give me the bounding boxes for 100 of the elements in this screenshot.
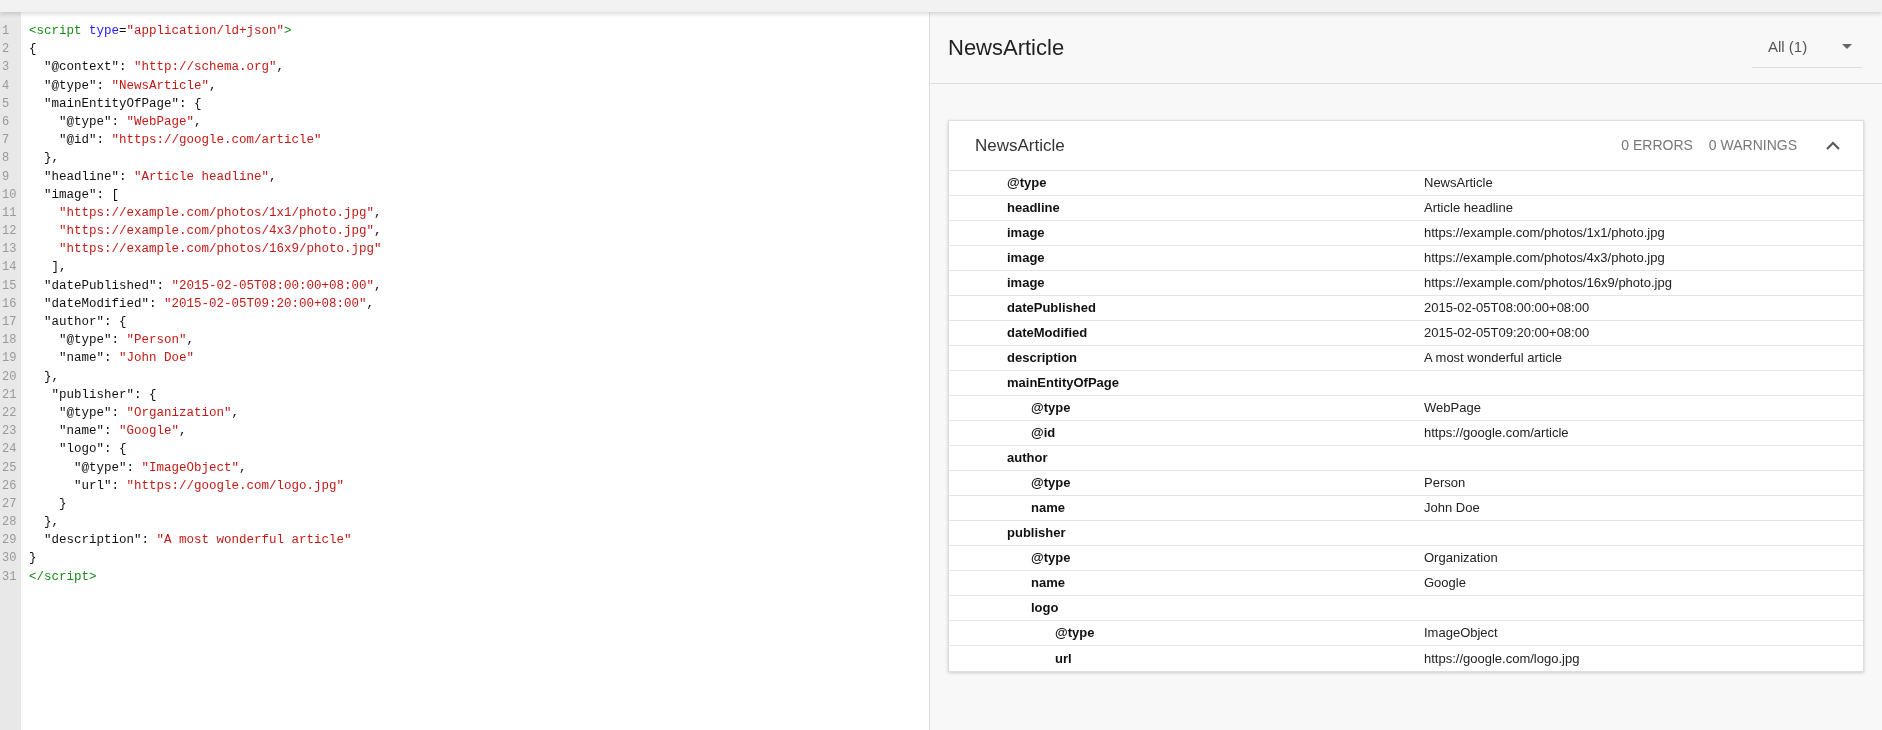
line-number: 15	[1, 277, 18, 295]
property-value: John Doe	[1424, 499, 1480, 518]
code-token: "Article headline"	[134, 168, 270, 186]
line-number: 6	[1, 113, 11, 131]
code-token: "NewsArticle"	[111, 77, 210, 95]
filter-dropdown[interactable]: All (1)	[1752, 27, 1862, 68]
code-token: ,	[374, 277, 382, 295]
code-token: =	[119, 23, 127, 40]
line-number: 28	[1, 514, 18, 532]
line-number: 16	[1, 295, 18, 313]
code-token: },	[43, 368, 59, 386]
code-token: }	[29, 550, 37, 568]
code-token: "WebPage"	[126, 113, 195, 131]
code-token: ,	[366, 295, 375, 313]
code-token: >	[284, 23, 292, 40]
property-name: @type	[1031, 550, 1071, 566]
code-token: ,	[276, 59, 285, 77]
line-number: 12	[1, 223, 18, 241]
code-token: "https://example.com/photos/1x1/photo.jpg"	[58, 204, 375, 222]
code-token: "https://google.com/article"	[111, 132, 322, 150]
card-title: NewsArticle	[975, 134, 1066, 157]
property-value: Organization	[1424, 549, 1498, 568]
code-token: ],	[50, 259, 67, 277]
line-number: 23	[1, 423, 18, 441]
code-token: },	[43, 150, 59, 168]
code-token: "mainEntityOfPage": {	[43, 95, 202, 113]
line-number: 14	[1, 259, 18, 277]
line-number: 22	[1, 404, 18, 422]
code-token: "datePublished":	[43, 277, 166, 295]
property-name: author	[1007, 450, 1048, 466]
line-number: 5	[1, 95, 11, 113]
code-token: "2015-02-05T09:20:00+08:00"	[164, 295, 367, 313]
code-token: ,	[374, 204, 382, 222]
property-value: https://example.com/photos/1x1/photo.jpg	[1424, 224, 1665, 243]
property-name: @type	[1031, 400, 1071, 416]
property-value: https://google.com/article	[1424, 424, 1569, 443]
code-token: "Organization"	[126, 404, 232, 422]
code-token: ,	[209, 77, 217, 95]
line-number: 1	[1, 23, 11, 40]
warnings-count: 0 WARNINGS	[1708, 136, 1797, 155]
dropdown-arrow-icon	[1842, 44, 1852, 50]
errors-count: 0 ERRORS	[1621, 136, 1693, 155]
property-name: name	[1031, 500, 1065, 516]
property-value: 2015-02-05T08:00:00+08:00	[1424, 299, 1590, 318]
property-name: image	[1007, 225, 1045, 241]
line-number: 17	[1, 314, 18, 331]
code-token: "image": [	[43, 186, 119, 204]
code-token: "Person"	[126, 332, 187, 350]
code-token: ,	[374, 223, 382, 241]
code-token: "logo": {	[58, 441, 127, 459]
code-token: type	[88, 23, 120, 40]
property-value: ImageObject	[1424, 624, 1498, 643]
property-name: @type	[1007, 175, 1047, 191]
property-name: logo	[1031, 600, 1059, 616]
line-number: 24	[1, 441, 18, 459]
code-token: ,	[186, 332, 195, 350]
code-token: "John Doe"	[119, 350, 195, 368]
code-token: "ImageObject"	[141, 459, 240, 477]
property-name: mainEntityOfPage	[1007, 375, 1119, 391]
code-token: "@context":	[43, 59, 128, 77]
code-token: "Google"	[119, 423, 180, 441]
code-token: "description":	[43, 532, 151, 550]
line-number: 9	[1, 168, 11, 186]
code-token: "@type":	[73, 459, 136, 477]
property-value: Google	[1424, 574, 1466, 593]
line-number: 4	[1, 77, 11, 95]
property-name: description	[1007, 350, 1078, 366]
line-number: 30	[1, 550, 18, 568]
code-token: },	[43, 514, 59, 532]
code-token: "@id":	[58, 132, 105, 150]
code-token: "headline":	[43, 168, 128, 186]
panel-title: NewsArticle	[948, 34, 1065, 62]
code-token: "name":	[58, 423, 113, 441]
property-name: @id	[1031, 425, 1056, 441]
code-token: ,	[269, 168, 277, 186]
line-number: 2	[1, 41, 11, 59]
property-name: @type	[1031, 475, 1071, 491]
property-name: dateModified	[1007, 325, 1088, 341]
line-number: 27	[1, 495, 18, 513]
code-token: "https://example.com/photos/4x3/photo.jpg"	[58, 223, 375, 241]
property-name: url	[1055, 650, 1072, 666]
property-name: image	[1007, 275, 1045, 291]
line-number: 20	[1, 368, 18, 386]
code-token: ,	[231, 404, 240, 422]
code-token: ,	[179, 423, 187, 441]
code-token: "name":	[58, 350, 113, 368]
line-number: 29	[1, 532, 18, 550]
property-name: image	[1007, 250, 1045, 266]
line-number: 19	[1, 350, 18, 368]
property-value: WebPage	[1424, 399, 1481, 418]
code-token: "A most wonderful article"	[156, 532, 352, 550]
code-token: "@type":	[58, 113, 120, 131]
code-token: "url":	[73, 477, 120, 495]
code-token: "publisher": {	[50, 386, 157, 404]
property-name: @type	[1055, 625, 1095, 641]
code-token: "https://google.com/logo.jpg"	[126, 477, 345, 495]
chevron-icon	[1826, 141, 1840, 150]
property-value: https://google.com/logo.jpg	[1424, 649, 1580, 668]
code-token: "@type":	[43, 77, 105, 95]
line-number: 26	[1, 477, 18, 495]
